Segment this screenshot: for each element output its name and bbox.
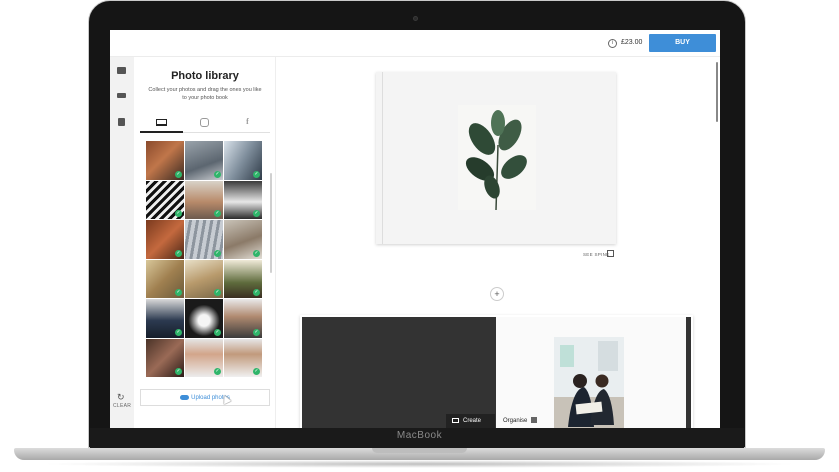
panel-subtitle: Collect your photos and drag the ones yo… — [148, 87, 262, 101]
photo-thumb[interactable]: ✓ — [185, 299, 223, 338]
photo-thumb[interactable]: ✓ — [185, 180, 223, 219]
spine-icon[interactable] — [607, 250, 614, 257]
photo-thumb[interactable]: ✓ — [185, 259, 223, 298]
check-icon: ✓ — [214, 170, 221, 178]
buy-button[interactable]: BUY — [649, 34, 716, 52]
grid-icon — [531, 417, 538, 423]
device-brand: MacBook — [396, 430, 443, 441]
photo-thumb[interactable]: ✓ — [146, 141, 184, 180]
check-icon: ✓ — [214, 210, 221, 217]
laptop-shadow — [40, 460, 800, 468]
check-icon: ✓ — [253, 210, 260, 217]
top-bar: i £23.00 BUY — [110, 30, 720, 57]
check-icon: ✓ — [214, 328, 221, 336]
open-book-icon — [452, 418, 459, 423]
book-icon[interactable] — [118, 118, 125, 126]
book-cover[interactable] — [376, 72, 616, 244]
clear-button[interactable]: CLEAR — [113, 403, 131, 409]
check-icon: ✓ — [214, 368, 221, 375]
check-icon: ✓ — [175, 328, 182, 336]
tool-rail: ↻ CLEAR — [110, 57, 134, 428]
organise-button[interactable]: Organise — [498, 414, 548, 428]
tab-computer[interactable] — [140, 113, 183, 133]
add-page-button[interactable]: + — [490, 287, 504, 301]
couple-reading-image — [554, 337, 624, 428]
create-button[interactable]: Create — [446, 414, 495, 428]
panel-title: Photo library — [171, 70, 239, 82]
photo-thumb[interactable]: ✓ — [224, 299, 262, 338]
see-spine-label[interactable]: SEE SPINE — [583, 252, 609, 257]
cover-spine-line — [382, 72, 383, 244]
photo-thumb[interactable]: ✓ — [146, 220, 184, 259]
instagram-icon — [200, 118, 209, 127]
app-screen: i £23.00 BUY ↻ CLEAR Photo library Colle… — [110, 30, 720, 428]
canvas-scrollbar[interactable] — [716, 62, 718, 122]
photo-thumb[interactable]: ✓ — [146, 180, 184, 219]
spread-edge — [686, 317, 691, 428]
organise-label: Organise — [503, 418, 528, 424]
tab-facebook[interactable]: f — [226, 113, 269, 133]
spread-photo[interactable] — [554, 337, 624, 428]
cloud-upload-icon — [180, 395, 190, 400]
photo-thumb[interactable]: ✓ — [224, 141, 262, 180]
photo-thumb[interactable]: ✓ — [185, 141, 223, 180]
library-scrollbar[interactable] — [270, 173, 272, 273]
refresh-icon[interactable]: ↻ — [117, 392, 125, 403]
book-canvas: SEE SPINE + Create Organise — [276, 57, 720, 428]
photo-thumb[interactable]: ✓ — [146, 299, 184, 338]
check-icon: ✓ — [253, 328, 260, 336]
photo-library-panel: Photo library Collect your photos and dr… — [134, 57, 276, 428]
photo-thumb[interactable]: ✓ — [224, 259, 262, 298]
photo-grid: ✓ ✓ ✓ ✓ ✓ ✓ ✓ ✓ ✓ ✓ ✓ ✓ ✓ ✓ ✓ ✓ ✓ ✓ — [146, 141, 264, 379]
source-tabs: f — [140, 113, 270, 133]
check-icon: ✓ — [175, 289, 182, 296]
check-icon: ✓ — [253, 249, 260, 257]
tab-instagram[interactable] — [183, 113, 226, 133]
check-icon: ✓ — [253, 368, 260, 375]
camera-icon — [413, 16, 418, 21]
photo-thumb[interactable]: ✓ — [185, 338, 223, 377]
check-icon: ✓ — [214, 289, 221, 296]
upload-photos-button[interactable]: Upload photos — [140, 389, 270, 406]
info-icon[interactable]: i — [608, 39, 617, 48]
photo-thumb[interactable]: ✓ — [146, 338, 184, 377]
price-total: £23.00 — [621, 39, 643, 46]
check-icon: ✓ — [253, 289, 260, 296]
photo-thumb[interactable]: ✓ — [224, 220, 262, 259]
photo-thumb[interactable]: ✓ — [224, 180, 262, 219]
check-icon: ✓ — [253, 170, 260, 178]
check-icon: ✓ — [175, 368, 182, 375]
check-icon: ✓ — [175, 170, 182, 178]
check-icon: ✓ — [175, 249, 182, 257]
photo-thumb[interactable]: ✓ — [224, 338, 262, 377]
photo-thumb[interactable]: ✓ — [185, 220, 223, 259]
left-page[interactable] — [302, 317, 496, 428]
check-icon: ✓ — [214, 249, 221, 257]
plant-image — [458, 105, 536, 210]
cover-photo[interactable] — [458, 105, 536, 210]
layouts-icon[interactable] — [117, 93, 126, 98]
page-spread[interactable] — [300, 315, 693, 428]
facebook-icon: f — [246, 117, 249, 126]
laptop-base-notch — [372, 448, 467, 453]
create-label: Create — [463, 418, 482, 424]
photo-thumb[interactable]: ✓ — [146, 259, 184, 298]
check-icon: ✓ — [175, 210, 182, 217]
laptop-icon — [156, 119, 167, 126]
photos-icon[interactable] — [117, 67, 126, 74]
